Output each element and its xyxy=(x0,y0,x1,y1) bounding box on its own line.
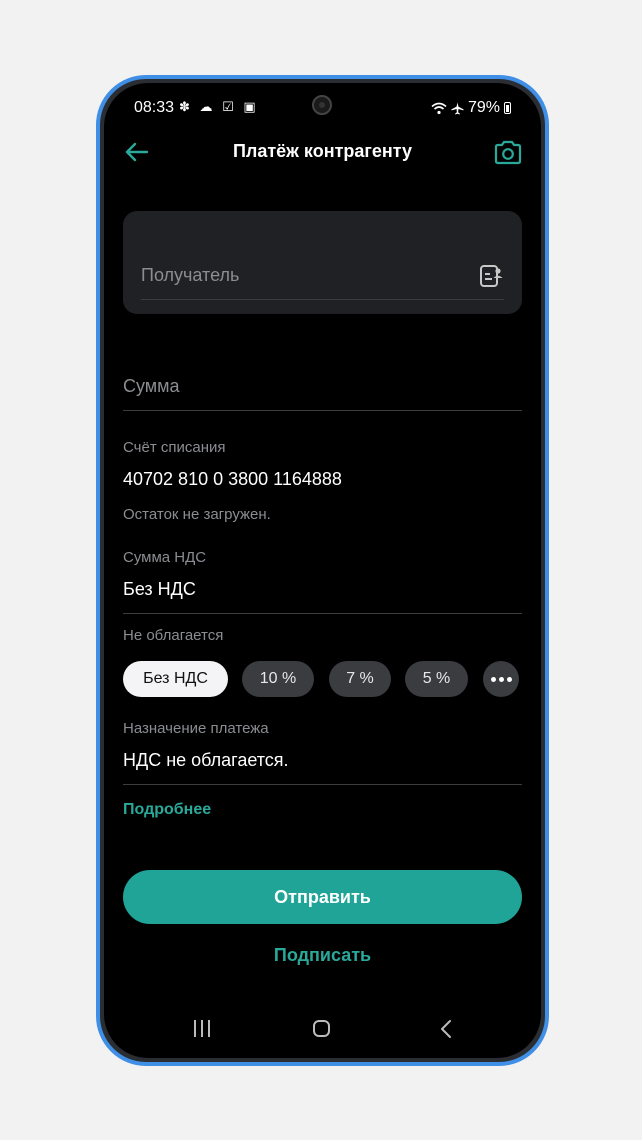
counterparty-book-button[interactable] xyxy=(478,263,504,289)
app-screen: 08:33 ✽ ☁ ☑ ▣ 79% Платёж контрагенту Пол… xyxy=(104,83,541,1058)
vat-chip-10[interactable]: 10 % xyxy=(242,661,314,697)
sign-button[interactable]: Подписать xyxy=(104,945,541,966)
account-label: Счёт списания xyxy=(123,439,226,456)
vat-value[interactable]: Без НДС xyxy=(123,579,196,600)
recents-icon xyxy=(194,1020,196,1037)
balance-hint: Остаток не загружен. xyxy=(123,506,271,523)
camera-icon xyxy=(494,140,522,165)
status-time: 08:33 xyxy=(134,99,175,116)
more-options-button[interactable] xyxy=(483,661,519,697)
scan-camera-button[interactable] xyxy=(493,139,523,167)
system-back-button[interactable] xyxy=(439,1019,453,1039)
recipient-underline xyxy=(141,299,504,300)
recents-button[interactable] xyxy=(192,1020,212,1038)
details-link[interactable]: Подробнее xyxy=(123,801,211,819)
airplane-icon xyxy=(451,101,464,115)
chevron-left-icon xyxy=(441,1020,451,1038)
front-camera xyxy=(312,95,332,115)
home-button[interactable] xyxy=(313,1020,330,1037)
amount-underline xyxy=(123,410,522,411)
notification-icons: ✽ ☁ ☑ ▣ xyxy=(179,99,259,114)
more-dots-icon xyxy=(490,676,496,682)
page-title: Платёж контрагенту xyxy=(232,141,413,161)
purpose-field[interactable]: НДС не облагается. xyxy=(123,750,289,771)
send-button[interactable]: Отправить xyxy=(123,870,522,924)
contact-card-icon xyxy=(480,265,503,287)
recipient-field[interactable]: Получатель xyxy=(141,265,239,286)
vat-chip-5[interactable]: 5 % xyxy=(405,661,468,697)
purpose-underline xyxy=(123,784,522,785)
vat-note: Не облагается xyxy=(123,627,224,644)
vat-label: Сумма НДС xyxy=(123,549,207,566)
vat-underline xyxy=(123,613,522,614)
purpose-label: Назначение платежа xyxy=(123,720,269,737)
account-value[interactable]: 40702 810 0 3800 1164888 xyxy=(123,469,342,490)
battery-icon xyxy=(504,102,511,114)
vat-chip-none[interactable]: Без НДС xyxy=(123,661,228,697)
wifi-icon xyxy=(431,102,447,114)
status-right: 79% xyxy=(431,99,511,117)
amount-field[interactable]: Сумма xyxy=(123,376,180,397)
battery-percent: 79% xyxy=(467,99,500,116)
vat-chip-7[interactable]: 7 % xyxy=(329,661,391,697)
